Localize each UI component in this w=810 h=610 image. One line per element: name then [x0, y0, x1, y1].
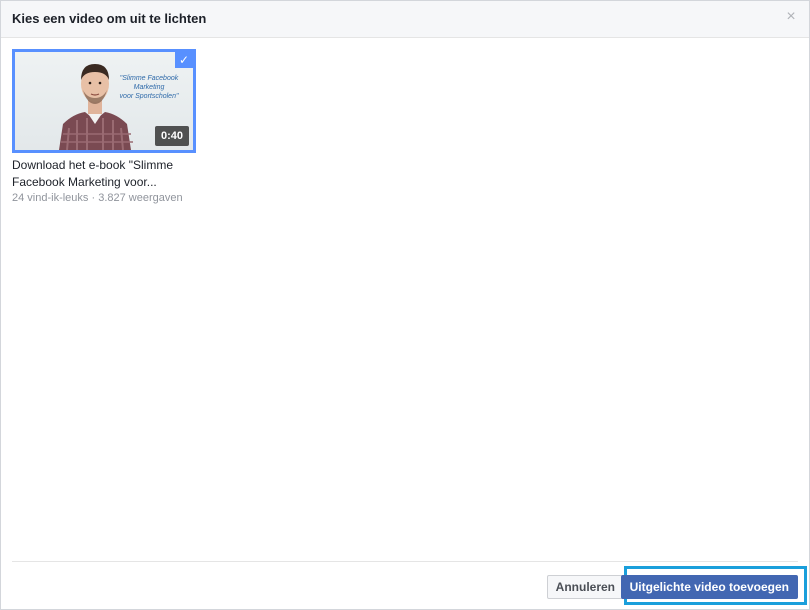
checkmark-icon: ✓ [175, 52, 193, 68]
video-thumbnail[interactable]: "Slimme Facebook Marketing voor Sportsch… [12, 49, 196, 153]
video-stats: 24 vind-ik-leuks · 3.827 weergaven [12, 192, 183, 204]
thumbnail-caption: "Slimme Facebook Marketing voor Sportsch… [119, 75, 179, 100]
feature-video-dialog: Kies een video om uit te lichten × "Slim… [0, 0, 810, 610]
video-title: Download het e-book "Slimme Facebook Mar… [12, 158, 174, 189]
close-icon[interactable]: × [783, 9, 799, 25]
video-duration: 0:40 [154, 126, 189, 146]
dialog-header: Kies een video om uit te lichten × [1, 1, 809, 38]
cancel-button[interactable]: Annuleren [546, 575, 624, 599]
add-featured-video-button[interactable]: Uitgelichte video toevoegen [620, 575, 798, 599]
dialog-footer: Annuleren Uitgelichte video toevoegen [1, 562, 809, 609]
video-item[interactable]: "Slimme Facebook Marketing voor Sportsch… [12, 49, 196, 204]
presenter-image [59, 64, 133, 150]
dialog-title: Kies een video om uit te lichten [12, 11, 207, 26]
video-grid: "Slimme Facebook Marketing voor Sportsch… [1, 38, 809, 559]
